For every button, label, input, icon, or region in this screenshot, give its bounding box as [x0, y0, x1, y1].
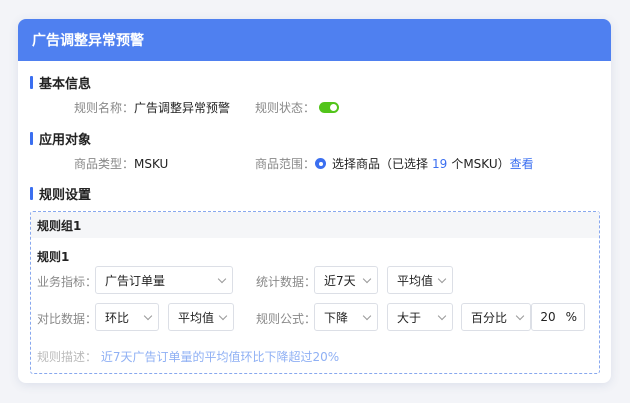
rule-description: 规则描述： 近7天广告订单量的平均值环比下降超过20% — [37, 348, 339, 365]
rule-group-header: 规则组1 — [31, 212, 599, 238]
product-scope-label: 商品范围： — [255, 157, 316, 171]
metric-label: 业务指标： — [37, 275, 98, 289]
formula-operator-value: 大于 — [397, 310, 422, 325]
product-type-value: MSKU — [134, 156, 169, 171]
view-products-link[interactable]: 查看 — [510, 155, 534, 172]
chevron-down-icon — [437, 311, 447, 320]
stat-label: 统计数据： — [256, 275, 317, 289]
rule-card: 广告调整异常预警 基本信息 规则名称： 广告调整异常预警 规则状态： 应用对象 … — [18, 19, 611, 383]
compare-type-value: 环比 — [105, 310, 130, 325]
section-rules-label: 规则设置 — [39, 188, 92, 203]
metric-value: 广告订单量 — [105, 273, 166, 288]
stat-period-value: 近7天 — [324, 273, 356, 288]
formula-unit-value: 百分比 — [471, 310, 508, 325]
section-rules-title: 规则设置 — [30, 184, 91, 203]
rule-status-toggle[interactable] — [319, 102, 340, 113]
page-title: 广告调整异常预警 — [32, 33, 144, 49]
rule-name-value: 广告调整异常预警 — [134, 101, 231, 115]
rule-title: 规则1 — [37, 250, 70, 264]
metric-select[interactable]: 广告订单量 — [95, 266, 233, 294]
section-marker — [30, 76, 33, 89]
formula-unit-select[interactable]: 百分比 — [461, 303, 531, 331]
product-type-row: 商品类型： MSKU — [74, 155, 168, 172]
section-target-label: 应用对象 — [39, 133, 92, 148]
compare-method-select[interactable]: 平均值 — [168, 303, 234, 331]
formula-label: 规则公式： — [256, 312, 317, 326]
rule-description-value: 近7天广告订单量的平均值环比下降超过20% — [100, 350, 340, 364]
chevron-down-icon — [437, 274, 447, 283]
formula-direction-value: 下降 — [324, 310, 349, 325]
rule-status-row: 规则状态： — [255, 99, 340, 116]
chevron-down-icon — [218, 311, 228, 320]
rule-group-title: 规则组1 — [37, 218, 82, 233]
rule-name-label: 规则名称： — [74, 101, 135, 115]
rule-name-row: 规则名称： 广告调整异常预警 — [74, 99, 230, 116]
percent-suffix: % — [565, 310, 577, 324]
select-products-radio[interactable] — [315, 158, 327, 169]
chevron-down-icon — [362, 311, 372, 320]
rule-status-label: 规则状态： — [255, 101, 316, 115]
scope-text-post: 个MSKU） — [451, 157, 510, 171]
section-marker — [30, 132, 33, 145]
chevron-down-icon — [217, 274, 227, 283]
section-basic-label: 基本信息 — [39, 77, 92, 92]
product-scope-row: 商品范围： 选择商品（已选择 19 个MSKU） 查看 — [255, 155, 534, 172]
rule-description-label: 规则描述： — [37, 350, 98, 364]
formula-value-input[interactable]: 20 % — [531, 303, 585, 331]
stat-period-select[interactable]: 近7天 — [314, 266, 378, 294]
chevron-down-icon — [362, 274, 372, 283]
card-header: 广告调整异常预警 — [18, 19, 611, 61]
section-marker — [30, 187, 33, 200]
section-basic-title: 基本信息 — [30, 73, 91, 92]
compare-type-select[interactable]: 环比 — [95, 303, 159, 331]
product-type-label: 商品类型： — [74, 157, 135, 171]
stat-method-select[interactable]: 平均值 — [387, 266, 453, 294]
chevron-down-icon — [515, 311, 525, 320]
scope-text-pre: 选择商品（已选择 — [332, 157, 429, 171]
stat-method-value: 平均值 — [397, 273, 434, 288]
formula-operator-select[interactable]: 大于 — [387, 303, 453, 331]
scope-count: 19 — [432, 156, 448, 171]
compare-label: 对比数据： — [37, 312, 98, 326]
section-target-title: 应用对象 — [30, 129, 91, 148]
chevron-down-icon — [143, 311, 153, 320]
compare-method-value: 平均值 — [178, 310, 215, 325]
rule-group: 规则组1 规则1 业务指标： 广告订单量 统计数据： 近7天 平均值 对比数据：… — [30, 211, 600, 374]
formula-direction-select[interactable]: 下降 — [314, 303, 378, 331]
formula-value: 20 — [540, 310, 556, 324]
